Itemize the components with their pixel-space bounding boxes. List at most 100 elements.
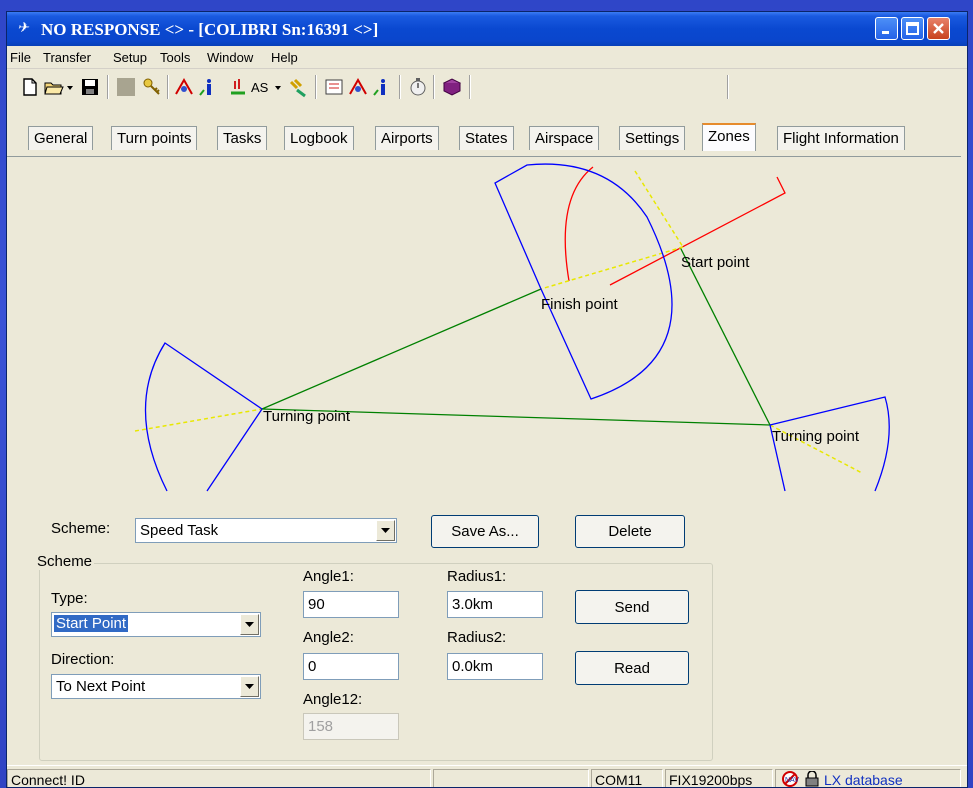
start-point-label: Start point (681, 254, 750, 271)
plane-icon: ✈ (17, 19, 29, 35)
send-button[interactable]: Send (575, 590, 689, 624)
chevron-down-icon (245, 684, 254, 689)
separator (167, 75, 169, 99)
tab-general[interactable]: General (28, 126, 94, 150)
bisector-turn1 (134, 408, 263, 432)
leg-turn-to-finish (261, 288, 542, 410)
chevron-down-icon (381, 528, 390, 533)
app-window: ✈ NO RESPONSE <> - [COLIBRI Sn:16391 <>]… (6, 11, 968, 788)
read-button[interactable]: Read (575, 651, 689, 685)
status-bar: Connect! ID COM11 FIX19200bps NAV LX dat… (7, 765, 967, 787)
direction-label: Direction: (51, 651, 115, 668)
new-file-icon[interactable] (19, 76, 41, 98)
scheme-group-title: Scheme (35, 553, 95, 570)
angle2-input[interactable] (303, 653, 399, 680)
radius2-input[interactable] (447, 653, 543, 680)
stopwatch-icon[interactable] (407, 76, 429, 98)
finish-sector (494, 163, 673, 400)
turning-point-label-1: Turning point (263, 408, 351, 425)
leg-start-to-turn (679, 246, 771, 426)
chevron-down-icon (245, 622, 254, 627)
status-connection: Connect! ID (7, 769, 431, 787)
close-icon (933, 23, 944, 34)
menu-help[interactable]: Help (271, 50, 298, 65)
minimize-button[interactable] (875, 17, 898, 40)
bisector-start (540, 170, 684, 290)
title-bar[interactable]: ✈ NO RESPONSE <> - [COLIBRI Sn:16391 <>] (7, 12, 967, 46)
tab-settings[interactable]: Settings (619, 126, 686, 150)
maximize-icon (906, 22, 919, 35)
status-db-panel: NAV LX database (775, 769, 961, 787)
status-baud: FIX19200bps (665, 769, 773, 787)
separator (107, 75, 109, 99)
info2-icon[interactable] (371, 76, 393, 98)
menu-transfer[interactable]: Transfer (43, 50, 91, 65)
direction-select[interactable]: To Next Point (51, 674, 261, 699)
angle12-input (303, 713, 399, 740)
tab-tasks[interactable]: Tasks (217, 126, 268, 150)
chevron-down-icon[interactable] (65, 76, 75, 98)
angle1-label: Angle1: (303, 568, 354, 585)
menu-file[interactable]: File (10, 50, 31, 65)
zones-panel: Start point Finish point Turning point T… (7, 156, 961, 765)
tab-strip: General Turn points Tasks Logbook Airpor… (7, 105, 967, 151)
task-icon[interactable] (323, 76, 345, 98)
zones-diagram: Start point Finish point Turning point T… (134, 163, 890, 492)
book-icon[interactable] (441, 76, 463, 98)
menu-window[interactable]: Window (207, 50, 253, 65)
airspace-label[interactable]: AS (251, 80, 268, 95)
tab-logbook[interactable]: Logbook (284, 126, 354, 150)
separator (315, 75, 317, 99)
tab-states[interactable]: States (459, 126, 514, 150)
delete-button[interactable]: Delete (575, 515, 685, 548)
lock-icon (805, 771, 819, 787)
chevron-down-icon[interactable] (273, 76, 283, 98)
flight-upload-icon[interactable] (347, 76, 369, 98)
tab-flight-information[interactable]: Flight Information (777, 126, 905, 150)
turn1-sector (144, 342, 263, 492)
minimize-icon (882, 31, 889, 34)
tab-zones[interactable]: Zones (702, 123, 756, 151)
scheme-value: Speed Task (140, 522, 219, 539)
radius1-label: Radius1: (447, 568, 507, 585)
type-label: Type: (51, 590, 88, 607)
menu-setup[interactable]: Setup (113, 50, 147, 65)
angle1-input[interactable] (303, 591, 399, 618)
angle12-label: Angle12: (303, 691, 363, 708)
menu-bar: File Transfer Setup Tools Window Help (7, 46, 967, 69)
finish-point-label: Finish point (541, 296, 619, 313)
type-dropdown-button[interactable] (240, 614, 259, 635)
toolbar: AS (7, 69, 967, 103)
status-port: COM11 (591, 769, 663, 787)
open-folder-icon[interactable] (43, 76, 65, 98)
close-button[interactable] (927, 17, 950, 40)
satellite-icon[interactable] (287, 76, 309, 98)
save-as-button[interactable]: Save As... (431, 515, 539, 548)
info-icon[interactable] (197, 76, 219, 98)
scheme-dropdown-button[interactable] (376, 520, 395, 541)
menu-tools[interactable]: Tools (160, 50, 190, 65)
scheme-label: Scheme: (51, 520, 111, 537)
stop-icon[interactable] (115, 76, 137, 98)
tab-airspace[interactable]: Airspace (529, 126, 600, 150)
maximize-button[interactable] (901, 17, 924, 40)
type-select[interactable]: Start Point (51, 612, 261, 637)
svg-text:NAV: NAV (785, 777, 799, 784)
radius2-label: Radius2: (447, 629, 507, 646)
status-panel-empty (433, 769, 589, 787)
radius1-input[interactable] (447, 591, 543, 618)
no-gps-icon: NAV (782, 771, 799, 787)
key-icon[interactable] (141, 76, 163, 98)
separator (433, 75, 435, 99)
direction-dropdown-button[interactable] (240, 676, 259, 697)
database-label[interactable]: LX database (824, 772, 903, 787)
tab-airports[interactable]: Airports (375, 126, 439, 150)
declare-icon[interactable] (227, 76, 249, 98)
turning-point-label-2: Turning point (772, 428, 860, 445)
tab-turn-points[interactable]: Turn points (111, 126, 198, 150)
scheme-select[interactable]: Speed Task (135, 518, 397, 543)
flight-download-icon[interactable] (173, 76, 195, 98)
save-icon[interactable] (79, 76, 101, 98)
direction-value: To Next Point (56, 678, 146, 695)
window-title: NO RESPONSE <> - [COLIBRI Sn:16391 <>] (41, 20, 379, 39)
